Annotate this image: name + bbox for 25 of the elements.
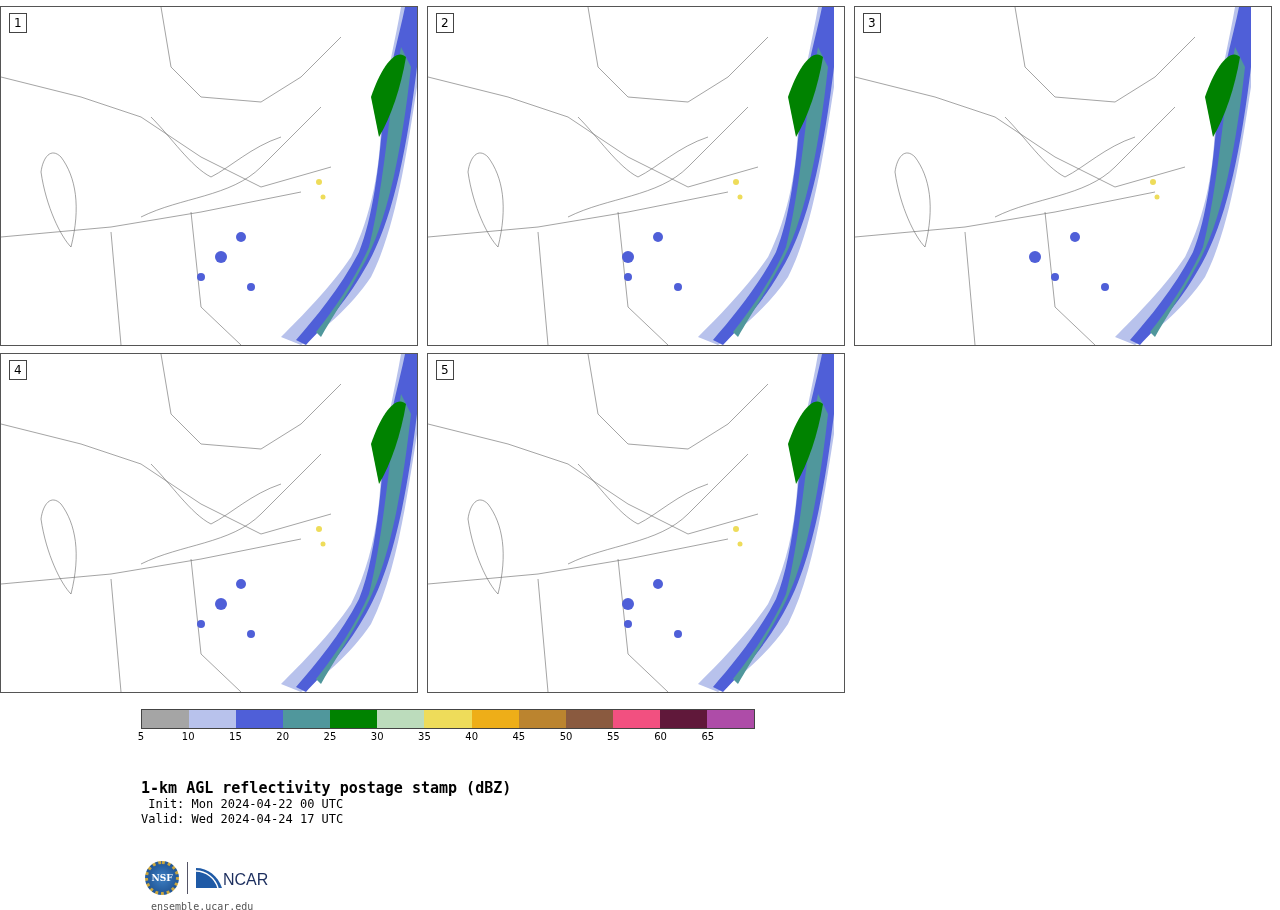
arc-logo-icon [196, 868, 222, 888]
scale-tick-label: 15 [229, 731, 242, 742]
init-time: Init: Mon 2024-04-22 00 UTC [147, 797, 345, 812]
ncar-logo-text: NCAR [223, 872, 269, 888]
scale-tick-label: 5 [137, 731, 145, 742]
panel-number: 5 [436, 360, 454, 380]
scale-tick-label: 25 [323, 731, 337, 742]
scale-tick-label: 45 [512, 731, 526, 742]
scale-tick-label: 60 [654, 731, 667, 742]
panel-number: 3 [863, 13, 881, 33]
scale-tick-label: 50 [559, 731, 573, 742]
site-url: ensemble.ucar.edu [151, 901, 255, 910]
scale-tick-label: 55 [607, 731, 620, 742]
scale-tick-label: 10 [181, 731, 195, 742]
logo-text: NSF [151, 873, 173, 883]
panel-number: 4 [9, 360, 27, 380]
panel-number: 1 [9, 13, 27, 33]
scale-tick-label: 35 [418, 731, 431, 742]
scale-tick-label: 30 [370, 731, 384, 742]
scale-tick-label: 65 [701, 731, 715, 742]
panel-number: 2 [436, 13, 454, 33]
scale-tick-label: 20 [276, 731, 290, 742]
scale-tick-label: 40 [465, 731, 478, 742]
valid-time: Valid: Wed 2024-04-24 17 UTC [141, 812, 345, 827]
chart-title: 1-km AGL reflectivity postage stamp (dBZ) [141, 779, 513, 797]
